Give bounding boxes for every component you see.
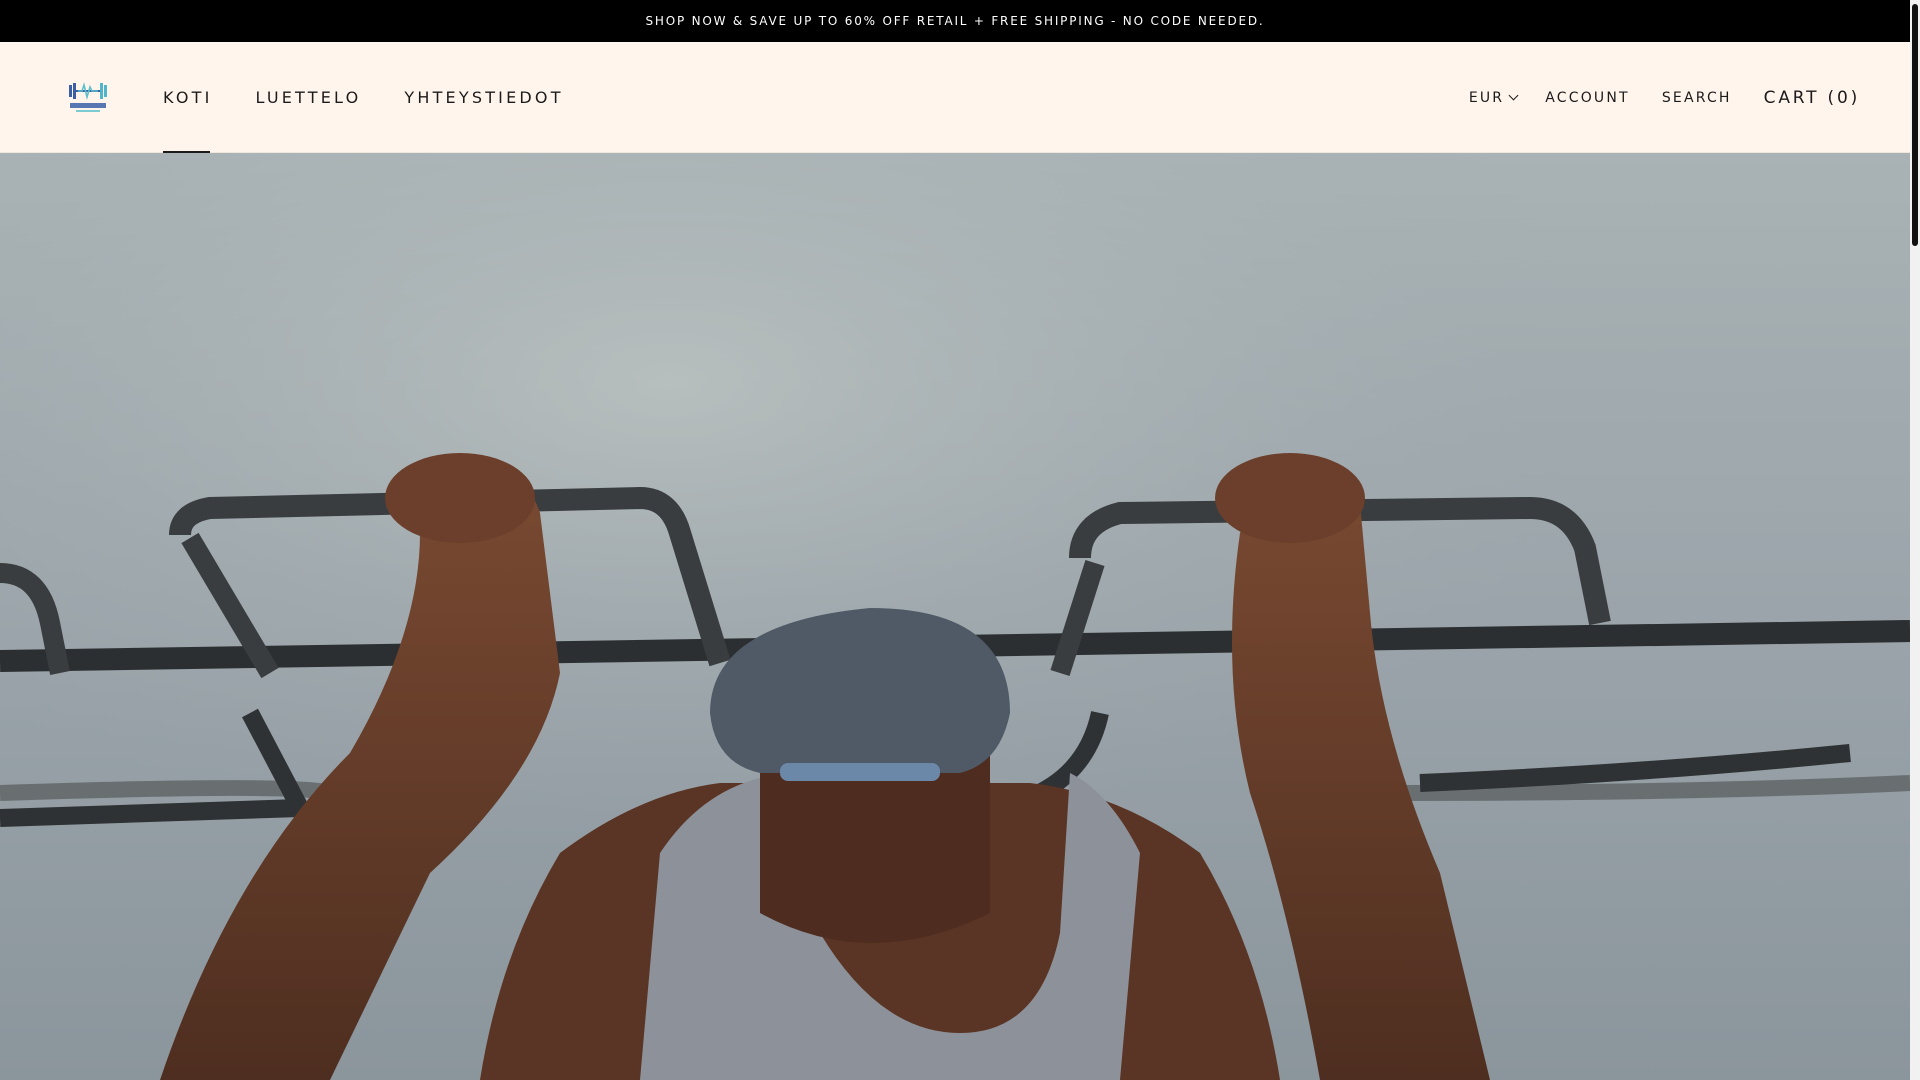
nav-item-label: KOTI — [163, 88, 213, 107]
currency-selector[interactable]: EUR — [1468, 89, 1519, 106]
page-scrollbar[interactable] — [1910, 0, 1920, 1080]
page: SHOP NOW & SAVE UP TO 60% OFF RETAIL + F… — [0, 0, 1910, 1080]
nav-item-label: YHTEYSTIEDOT — [404, 88, 564, 107]
announcement-text: SHOP NOW & SAVE UP TO 60% OFF RETAIL + F… — [645, 14, 1265, 28]
site-header: KOTI LUETTELO YHTEYSTIEDOT EUR ACCOUNT S… — [0, 42, 1910, 153]
pulse-fitness-logo-icon[interactable] — [66, 79, 110, 115]
account-link[interactable]: ACCOUNT — [1545, 90, 1630, 106]
nav-item-koti[interactable]: KOTI — [163, 42, 213, 153]
header-actions: EUR ACCOUNT SEARCH CART (0) — [1469, 42, 1860, 153]
nav-item-luettelo[interactable]: LUETTELO — [256, 42, 362, 153]
nav-item-label: LUETTELO — [255, 88, 362, 107]
announcement-bar: SHOP NOW & SAVE UP TO 60% OFF RETAIL + F… — [0, 0, 1910, 42]
nav-item-yhteystiedot[interactable]: YHTEYSTIEDOT — [404, 42, 563, 153]
search-link[interactable]: SEARCH — [1662, 90, 1732, 106]
hero-image-pullup-bars — [0, 153, 1910, 1080]
cart-link[interactable]: CART (0) — [1764, 88, 1860, 108]
main-nav: KOTI LUETTELO YHTEYSTIEDOT — [163, 42, 607, 153]
chevron-down-icon — [1508, 90, 1519, 101]
hero-banner — [0, 153, 1910, 1080]
scrollbar-thumb[interactable] — [1912, 4, 1918, 246]
currency-label: EUR — [1468, 89, 1505, 106]
